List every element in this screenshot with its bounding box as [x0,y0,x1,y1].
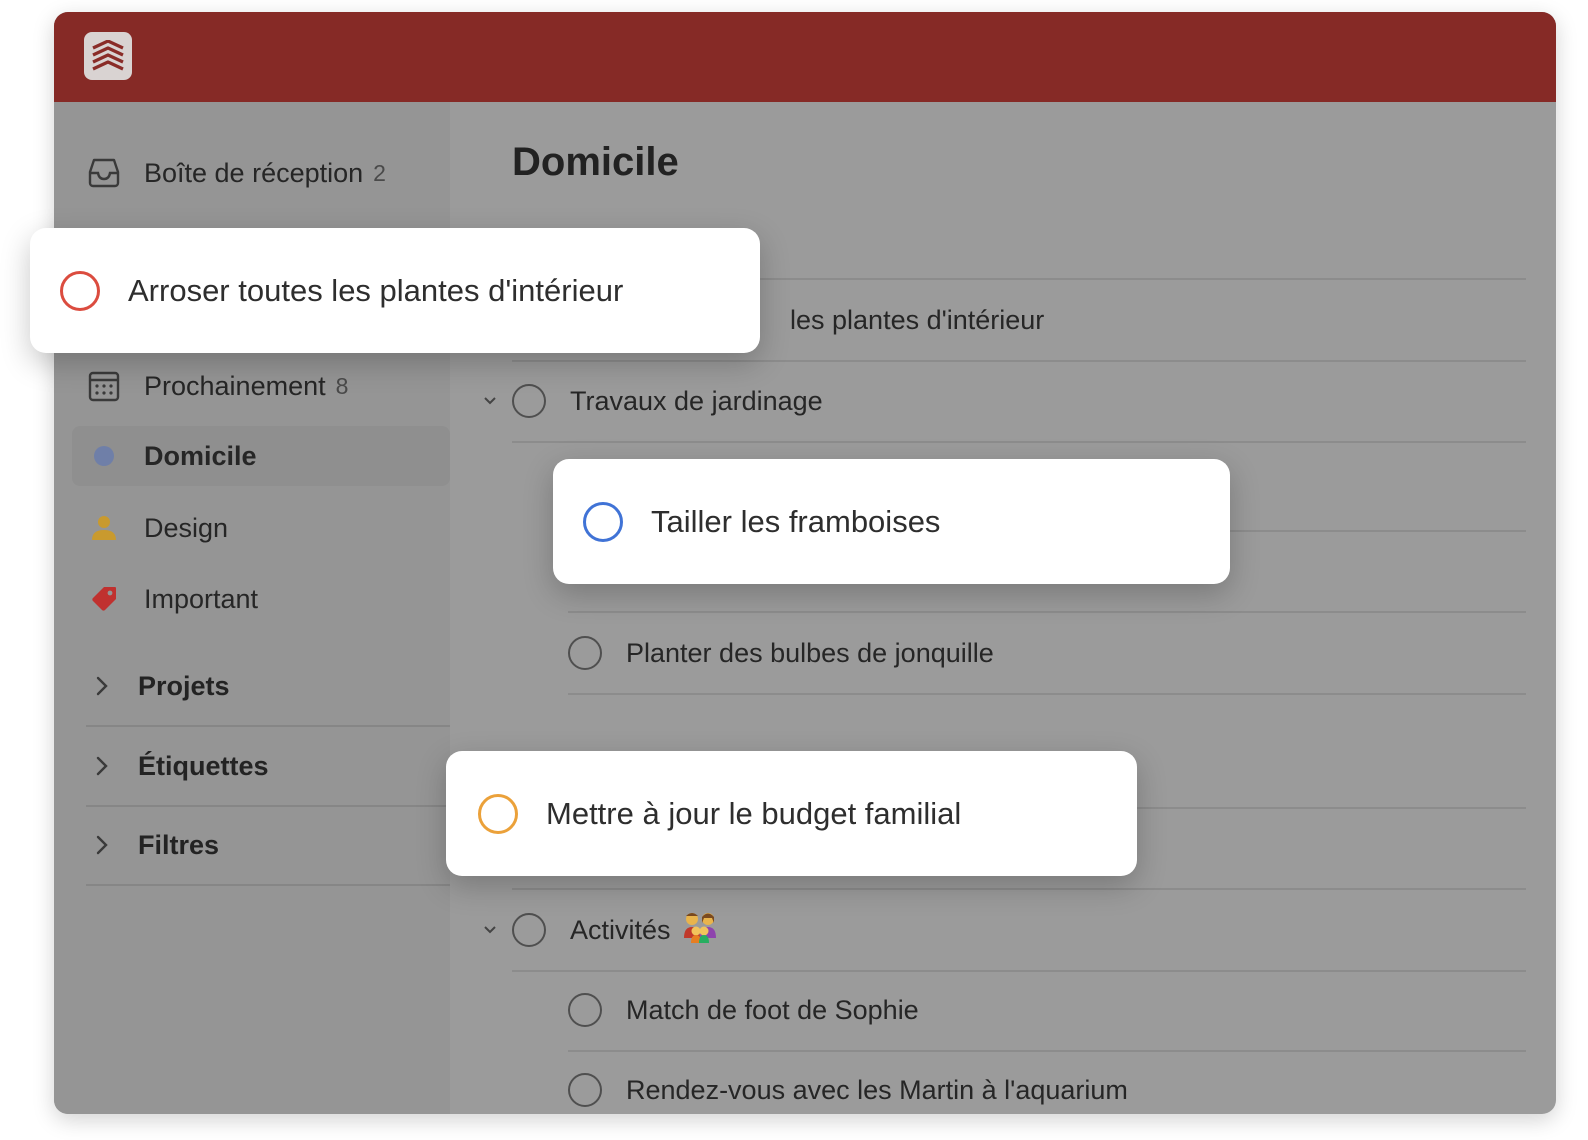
task-card[interactable]: Tailler les framboises [553,459,1230,584]
sidebar-group-labels[interactable]: Étiquettes [86,727,450,807]
todoist-logo-icon[interactable] [84,32,132,80]
task-row[interactable]: Rendez-vous avec les Martin à l'aquarium [568,1050,1526,1114]
priority-1-checkbox[interactable] [60,270,100,311]
sidebar-group-filters[interactable]: Filtres [86,806,450,886]
sidebar-group-label: Étiquettes [138,750,269,781]
priority-3-checkbox[interactable] [478,793,518,834]
page-title: Domicile [512,140,679,184]
sidebar-item-design[interactable]: Design [72,498,450,558]
sidebar-item-upcoming[interactable]: Prochainement 8 [72,356,450,416]
sidebar-item-label: Design [144,512,229,543]
task-label: Planter des bulbes de jonquille [626,637,994,668]
sidebar-group-projects[interactable]: Projets [86,647,450,727]
task-label: les plantes d'intérieur [790,304,1045,335]
sidebar-item-label: Domicile [144,440,257,471]
priority-2-checkbox[interactable] [583,501,623,542]
task-row[interactable]: Activités [484,890,1526,972]
inbox-icon [86,155,122,191]
chevron-down-icon[interactable] [480,395,500,407]
task-label: Rendez-vous avec les Martin à l'aquarium [626,1074,1128,1105]
chevron-right-icon [94,675,124,697]
chevron-right-icon [94,834,124,856]
sidebar-item-important[interactable]: Important [72,569,450,629]
task-checkbox[interactable] [568,636,602,670]
chevron-right-icon [94,755,124,777]
task-checkbox[interactable] [568,1073,602,1107]
sidebar-item-count: 8 [335,372,349,399]
sidebar-item-inbox[interactable]: Boîte de réception 2 [72,143,450,203]
task-card-label: Mettre à jour le budget familial [546,795,962,831]
sidebar-group-label: Filtres [138,829,220,860]
sidebar-item-label: Boîte de réception [144,157,364,188]
sidebar-item-domicile[interactable]: Domicile [72,426,450,486]
task-card-label: Tailler les framboises [651,503,941,539]
sidebar-group-label: Projets [138,670,230,701]
sidebar-item-label: Prochainement [144,370,326,401]
task-row[interactable]: Planter des bulbes de jonquille [568,613,1526,695]
task-card[interactable]: Arroser toutes les plantes d'intérieur [30,228,760,353]
task-checkbox[interactable] [512,384,546,418]
task-checkbox[interactable] [512,913,546,947]
family-emoji-icon [681,910,719,951]
task-row[interactable]: Travaux de jardinage [484,361,1526,443]
task-checkbox[interactable] [568,993,602,1027]
chevron-down-icon[interactable] [480,924,500,936]
task-card[interactable]: Mettre à jour le budget familial [446,751,1137,876]
task-label: Travaux de jardinage [570,385,823,416]
project-dot-icon [86,438,122,474]
top-bar [54,12,1556,102]
tag-icon [86,581,122,617]
task-label: Activités [570,914,671,945]
sidebar-item-label: Important [144,583,259,614]
task-row[interactable]: Match de foot de Sophie [568,970,1526,1052]
calendar-icon [86,368,122,404]
task-card-label: Arroser toutes les plantes d'intérieur [128,272,624,308]
person-icon [86,510,122,546]
task-label: Match de foot de Sophie [626,994,919,1025]
sidebar-item-count: 2 [373,159,386,186]
